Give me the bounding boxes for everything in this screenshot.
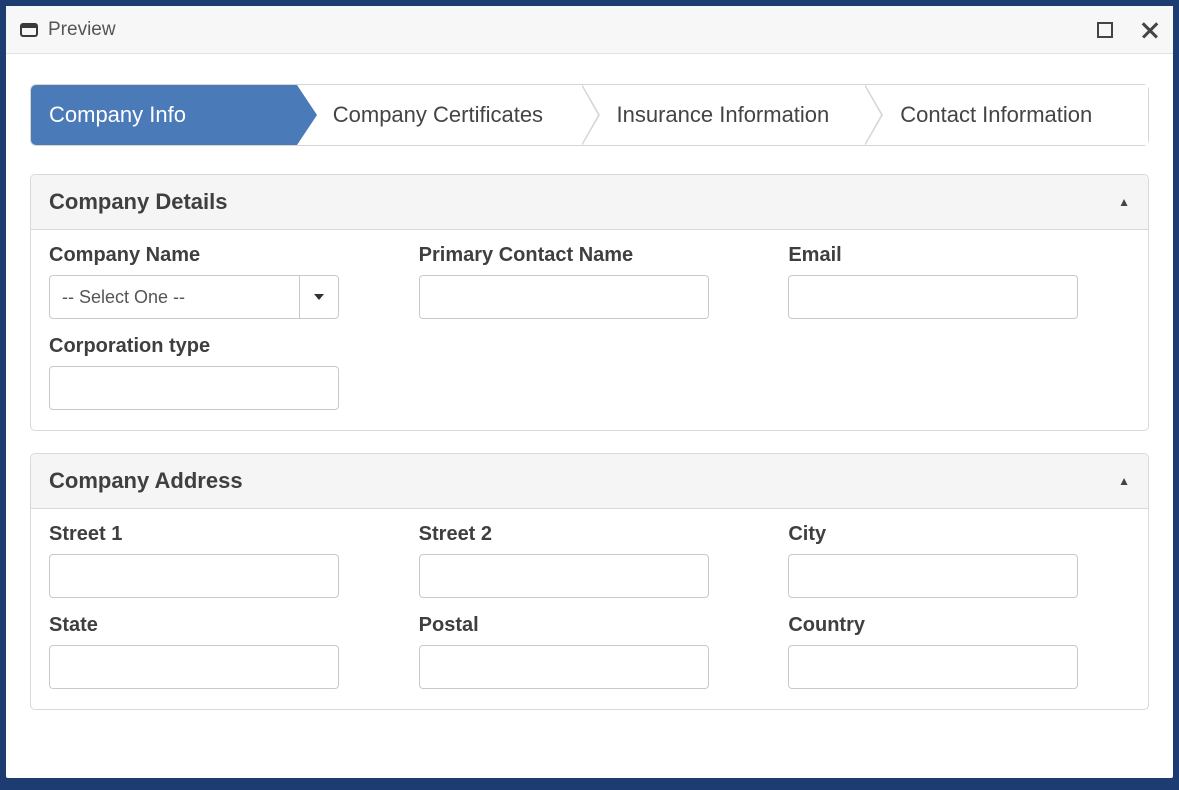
- wizard-step-label: Insurance Information: [617, 102, 830, 128]
- field-corporation-type: Corporation type: [49, 335, 391, 410]
- field-label: Street 1: [49, 523, 391, 546]
- titlebar: Preview: [6, 6, 1173, 54]
- street2-input[interactable]: [419, 554, 709, 598]
- section-company-address: Company Address ▲ Street 1 Street 2 City…: [30, 453, 1149, 710]
- primary-contact-input[interactable]: [419, 275, 709, 319]
- field-label: Corporation type: [49, 335, 391, 358]
- chevron-down-icon: [314, 294, 324, 300]
- window-icon: [20, 23, 38, 37]
- field-email: Email: [788, 244, 1130, 319]
- preview-window: Preview Company Info Company Certificate…: [6, 6, 1173, 778]
- field-label: City: [788, 523, 1130, 546]
- section-company-details: Company Details ▲ Company Name -- Select…: [30, 174, 1149, 431]
- field-label: State: [49, 614, 391, 637]
- section-body: Street 1 Street 2 City State Postal: [31, 509, 1148, 709]
- wizard-step-label: Contact Information: [900, 102, 1092, 128]
- corporation-type-input[interactable]: [49, 366, 339, 410]
- field-state: State: [49, 614, 391, 689]
- field-label: Company Name: [49, 244, 391, 267]
- field-primary-contact: Primary Contact Name: [419, 244, 761, 319]
- content-area: Company Info Company Certificates Insura…: [6, 54, 1173, 762]
- wizard-nav: Company Info Company Certificates Insura…: [30, 84, 1149, 146]
- wizard-step-insurance-information[interactable]: Insurance Information: [581, 85, 865, 145]
- wizard-step-company-info[interactable]: Company Info: [31, 85, 297, 145]
- field-label: Email: [788, 244, 1130, 267]
- collapse-icon[interactable]: ▲: [1118, 474, 1130, 488]
- field-label: Primary Contact Name: [419, 244, 761, 267]
- company-name-select[interactable]: -- Select One --: [49, 275, 339, 319]
- field-label: Street 2: [419, 523, 761, 546]
- state-input[interactable]: [49, 645, 339, 689]
- field-street1: Street 1: [49, 523, 391, 598]
- window-controls: [1097, 21, 1159, 39]
- field-company-name: Company Name -- Select One --: [49, 244, 391, 319]
- select-dropdown-button[interactable]: [299, 275, 339, 319]
- field-country: Country: [788, 614, 1130, 689]
- maximize-icon[interactable]: [1097, 22, 1113, 38]
- section-title: Company Details: [49, 189, 228, 215]
- section-body: Company Name -- Select One -- Primary Co…: [31, 230, 1148, 430]
- field-postal: Postal: [419, 614, 761, 689]
- collapse-icon[interactable]: ▲: [1118, 195, 1130, 209]
- close-icon[interactable]: [1141, 21, 1159, 39]
- city-input[interactable]: [788, 554, 1078, 598]
- wizard-step-contact-information[interactable]: Contact Information: [864, 85, 1148, 145]
- postal-input[interactable]: [419, 645, 709, 689]
- section-header[interactable]: Company Details ▲: [31, 175, 1148, 230]
- section-title: Company Address: [49, 468, 243, 494]
- field-city: City: [788, 523, 1130, 598]
- wizard-step-company-certificates[interactable]: Company Certificates: [297, 85, 581, 145]
- field-label: Postal: [419, 614, 761, 637]
- country-input[interactable]: [788, 645, 1078, 689]
- wizard-step-label: Company Info: [49, 102, 186, 128]
- email-input[interactable]: [788, 275, 1078, 319]
- wizard-step-label: Company Certificates: [333, 102, 543, 128]
- section-header[interactable]: Company Address ▲: [31, 454, 1148, 509]
- select-display: -- Select One --: [49, 275, 299, 319]
- field-street2: Street 2: [419, 523, 761, 598]
- field-label: Country: [788, 614, 1130, 637]
- street1-input[interactable]: [49, 554, 339, 598]
- window-title: Preview: [48, 19, 1097, 41]
